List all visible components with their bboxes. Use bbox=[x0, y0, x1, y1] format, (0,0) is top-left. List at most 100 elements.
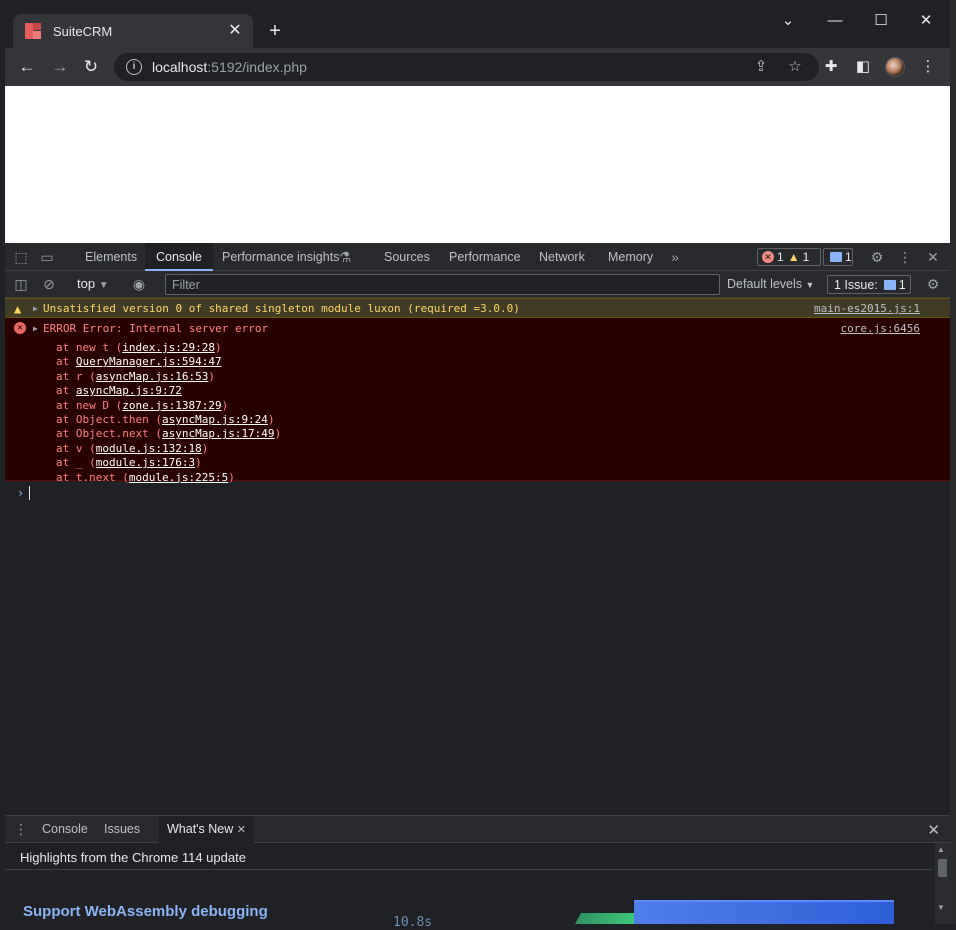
scrollbar-thumb[interactable] bbox=[938, 859, 947, 877]
console-settings-gear-icon[interactable]: ⚙ bbox=[923, 274, 943, 294]
title-bar: SuiteCRM ✕ + ⌄ — ☐ ✕ bbox=[5, 0, 950, 48]
stack-frame-suffix: ) bbox=[228, 470, 235, 484]
stack-frame-link[interactable]: asyncMap.js:16:53 bbox=[96, 370, 209, 383]
stack-frame-text: at t.next ( bbox=[56, 470, 129, 484]
stack-frame-suffix: ) bbox=[267, 413, 275, 426]
extensions-puzzle-icon[interactable]: ✚ bbox=[819, 55, 843, 79]
log-levels-dropdown[interactable]: Default levels ▼ bbox=[727, 277, 814, 291]
address-bar[interactable]: i localhost:5192/index.php ⇪ ☆ bbox=[114, 53, 819, 81]
tab-close-icon[interactable]: ✕ bbox=[225, 21, 245, 41]
error-count: 1 bbox=[777, 250, 784, 264]
stack-frame-link[interactable]: asyncMap.js:9:24 bbox=[162, 413, 268, 426]
whats-new-panel: Highlights from the Chrome 114 update 10… bbox=[5, 843, 950, 930]
stack-frame-suffix: ) bbox=[195, 456, 202, 470]
devtools-menu-kebab-icon[interactable]: ⋮ bbox=[895, 247, 915, 267]
stack-frame-text: at Object.then ( bbox=[56, 413, 162, 426]
stack-frame-link[interactable]: QueryManager.js:594:47 bbox=[76, 355, 222, 368]
expand-triangle-icon[interactable]: ▶ bbox=[33, 324, 38, 333]
warning-source-link[interactable]: main-es2015.js:1 bbox=[814, 302, 920, 315]
stack-frame: at v (module.js:132:18) bbox=[56, 442, 208, 455]
scroll-down-icon[interactable]: ▼ bbox=[937, 903, 945, 912]
profile-avatar[interactable] bbox=[885, 57, 905, 77]
sidebar-toggle-icon[interactable]: ◫ bbox=[11, 274, 31, 294]
forward-arrow-icon[interactable]: → bbox=[48, 55, 72, 79]
feature-title-link[interactable]: Support WebAssembly debugging bbox=[23, 903, 268, 920]
reload-icon[interactable]: ↻ bbox=[79, 55, 103, 79]
browser-tab[interactable]: SuiteCRM ✕ bbox=[13, 14, 253, 48]
chevron-down-icon: ▼ bbox=[805, 280, 815, 290]
browser-window: SuiteCRM ✕ + ⌄ — ☐ ✕ ← → ↻ i localhost:5… bbox=[0, 0, 956, 930]
stack-frame-text: at bbox=[56, 384, 76, 398]
drawer-tab-console[interactable]: Console bbox=[42, 816, 88, 843]
share-icon[interactable]: ⇪ bbox=[750, 56, 772, 78]
console-toolbar: ◫ ⊘ top ▼ ◉ Default levels ▼ 1 Issue:1 ⚙ bbox=[5, 271, 950, 298]
drawer-menu-kebab-icon[interactable]: ⋮ bbox=[11, 819, 31, 839]
experiment-flask-icon: ⚗ bbox=[338, 249, 352, 265]
tab-search-chevron-icon[interactable]: ⌄ bbox=[773, 10, 803, 32]
drawer-tab-whats-new[interactable]: What's New ✕ bbox=[159, 816, 254, 843]
back-arrow-icon[interactable]: ← bbox=[15, 55, 39, 79]
settings-gear-icon[interactable]: ⚙ bbox=[867, 247, 887, 267]
stack-frame-link[interactable]: index.js:29:28 bbox=[122, 341, 215, 354]
error-icon: ✕ bbox=[14, 322, 26, 334]
device-toolbar-icon[interactable]: ▭ bbox=[37, 247, 57, 267]
drawer-scrollbar[interactable]: ▲ ▼ bbox=[935, 843, 950, 924]
tab-network[interactable]: Network bbox=[539, 243, 585, 271]
live-expression-eye-icon[interactable]: ◉ bbox=[129, 274, 149, 294]
ghost-text: 10.8s bbox=[393, 915, 433, 930]
stack-frame-link[interactable]: module.js:132:18 bbox=[96, 442, 202, 455]
expand-triangle-icon[interactable]: ▶ bbox=[33, 304, 38, 313]
drawer-tab-issues[interactable]: Issues bbox=[104, 816, 140, 843]
devtools-close-icon[interactable]: ✕ bbox=[923, 247, 943, 267]
window-close-icon[interactable]: ✕ bbox=[911, 10, 941, 32]
browser-menu-kebab-icon[interactable]: ⋮ bbox=[916, 55, 940, 79]
error-warning-counter[interactable]: ✕ 1 ▲ 1 bbox=[757, 248, 821, 266]
browser-toolbar: ← → ↻ i localhost:5192/index.php ⇪ ☆ ✚ ◧… bbox=[5, 48, 950, 86]
tab-console[interactable]: Console bbox=[145, 243, 213, 271]
context-selector[interactable]: top ▼ bbox=[77, 276, 109, 291]
issues-button[interactable]: 1 Issue: 1 bbox=[827, 275, 911, 294]
side-panel-icon[interactable]: ◧ bbox=[851, 55, 875, 79]
drawer-close-icon[interactable]: ✕ bbox=[927, 821, 940, 839]
info-count: 1 bbox=[845, 250, 852, 264]
right-edge bbox=[950, 0, 956, 924]
stack-frame-link[interactable]: module.js:225:5 bbox=[129, 471, 228, 484]
tab-memory[interactable]: Memory bbox=[608, 243, 653, 271]
tab-close-icon: ✕ bbox=[236, 824, 246, 836]
tab-sources[interactable]: Sources bbox=[384, 243, 430, 271]
bookmark-star-icon[interactable]: ☆ bbox=[784, 56, 806, 78]
new-tab-button[interactable]: + bbox=[263, 20, 287, 44]
devtools-tab-bar: ⬚ ▭ Elements Console Performance insight… bbox=[5, 243, 950, 271]
stack-frame-suffix: ) bbox=[201, 441, 209, 455]
stack-frame: at r (asyncMap.js:16:53) bbox=[56, 370, 215, 383]
error-source-link[interactable]: core.js:6456 bbox=[841, 322, 920, 335]
stack-frame-suffix: ) bbox=[221, 398, 229, 412]
info-counter[interactable]: 1 bbox=[823, 248, 853, 266]
tab-performance-insights[interactable]: Performance insights bbox=[222, 243, 339, 271]
warning-message[interactable]: ▲ ▶ Unsatisfied version 0 of shared sing… bbox=[5, 298, 950, 318]
stack-frame: at t.next (module.js:225:5) bbox=[56, 471, 235, 484]
error-icon: ✕ bbox=[762, 251, 774, 263]
stack-frame-link[interactable]: module.js:176:3 bbox=[96, 456, 195, 469]
warning-icon: ▲ bbox=[787, 250, 800, 264]
minimize-icon[interactable]: — bbox=[820, 10, 850, 32]
stack-frame-link[interactable]: asyncMap.js:17:49 bbox=[162, 427, 275, 440]
site-info-icon[interactable]: i bbox=[126, 59, 142, 75]
console-input-caret[interactable] bbox=[29, 486, 30, 500]
clear-console-icon[interactable]: ⊘ bbox=[39, 274, 59, 294]
highlights-heading: Highlights from the Chrome 114 update bbox=[20, 850, 246, 865]
scroll-up-icon[interactable]: ▲ bbox=[937, 845, 945, 854]
more-tabs-icon[interactable]: » bbox=[665, 247, 685, 267]
inspect-element-icon[interactable]: ⬚ bbox=[11, 247, 31, 267]
warning-text: Unsatisfied version 0 of shared singleto… bbox=[43, 302, 520, 315]
tab-performance[interactable]: Performance bbox=[449, 243, 521, 271]
stack-frame: at Object.then (asyncMap.js:9:24) bbox=[56, 413, 275, 426]
stack-frame-link[interactable]: zone.js:1387:29 bbox=[122, 399, 221, 412]
tab-elements[interactable]: Elements bbox=[85, 243, 137, 271]
warning-icon: ▲ bbox=[14, 302, 22, 316]
error-message[interactable]: ✕ ▶ ERROR Error: Internal server error c… bbox=[5, 318, 950, 484]
stack-frame-link[interactable]: asyncMap.js:9:72 bbox=[76, 384, 182, 397]
maximize-icon[interactable]: ☐ bbox=[866, 10, 896, 32]
filter-input[interactable] bbox=[165, 274, 720, 295]
stack-frame: at QueryManager.js:594:47 bbox=[56, 355, 222, 368]
